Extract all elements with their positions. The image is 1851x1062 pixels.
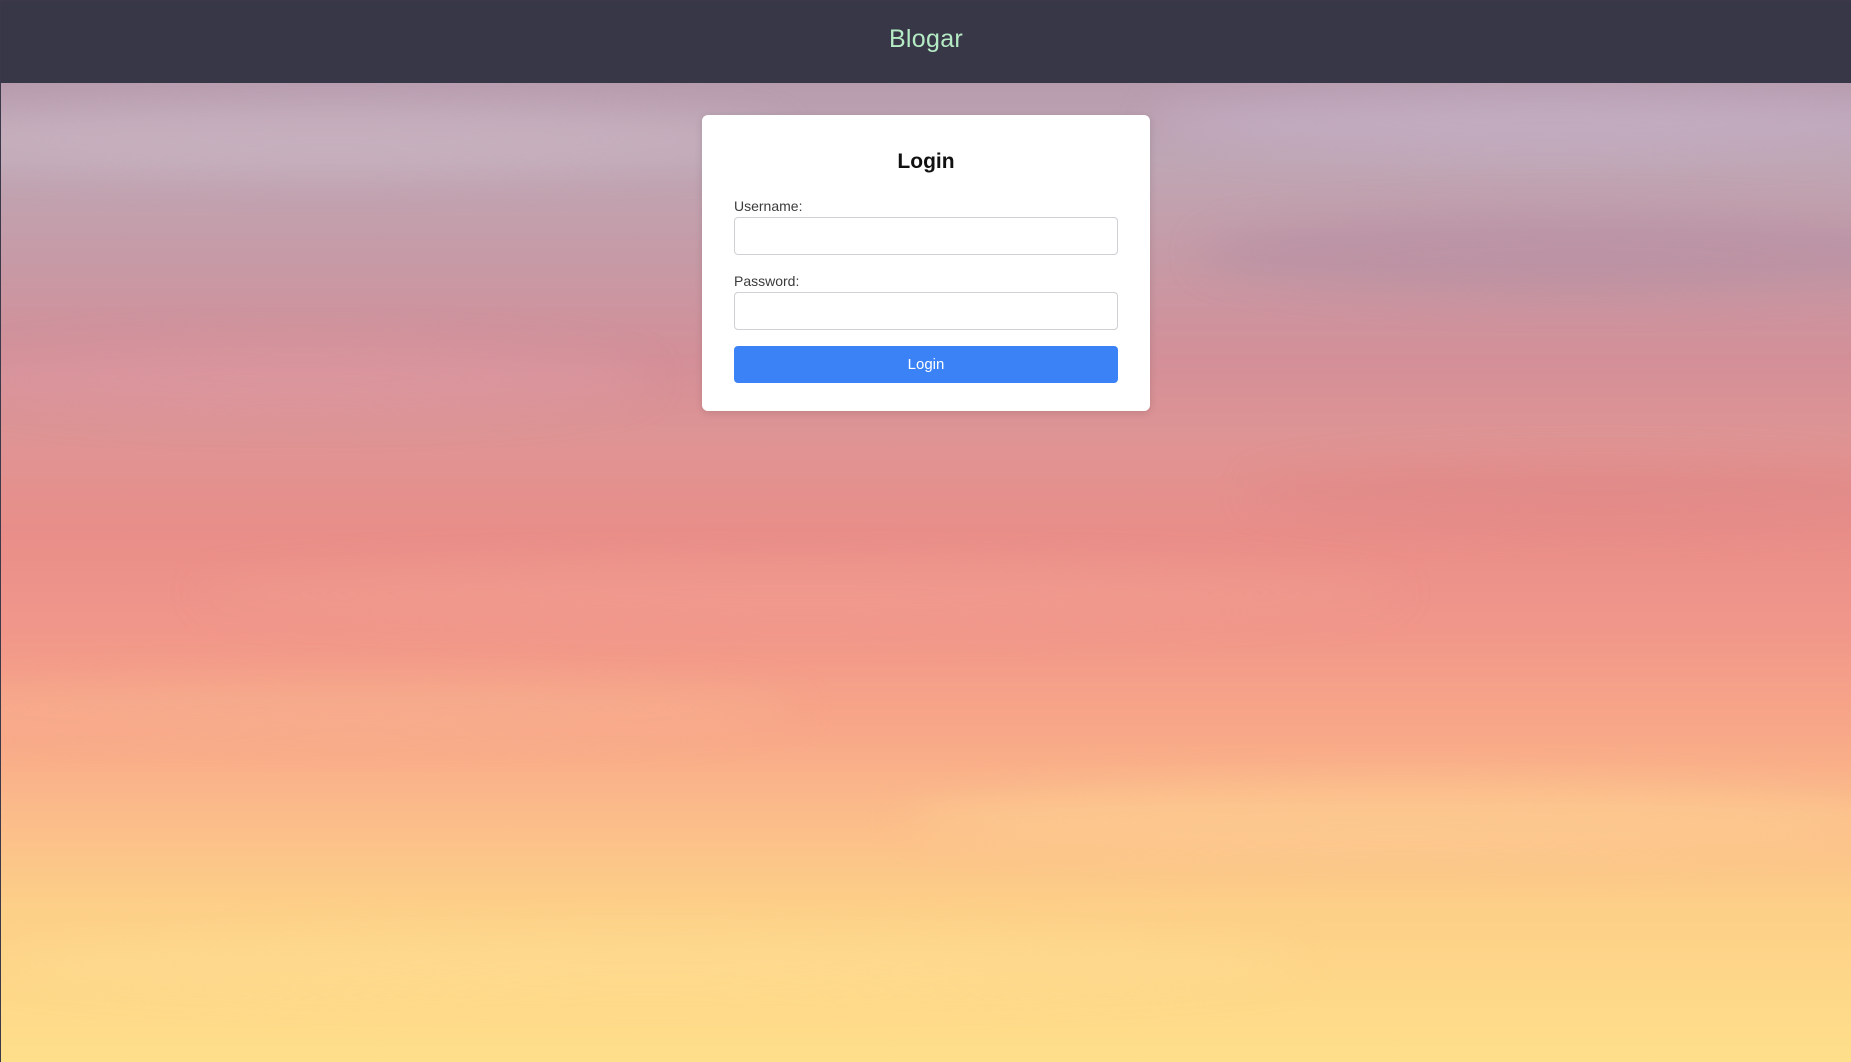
login-button[interactable]: Login (734, 346, 1118, 383)
username-label: Username: (734, 198, 803, 214)
cloud-streak (1, 933, 1301, 993)
login-card: Login Username: Password: Login (702, 115, 1150, 411)
cloud-streak (901, 783, 1851, 853)
password-label: Password: (734, 273, 800, 289)
username-input[interactable] (734, 217, 1118, 255)
cloud-streak (201, 563, 1401, 623)
cloud-streak (1151, 93, 1851, 153)
cloud-streak (1, 343, 651, 413)
cloud-streak (1, 683, 801, 733)
brand-link[interactable]: Blogar (889, 25, 963, 54)
cloud-streak (1201, 213, 1851, 293)
cloud-streak (1, 103, 781, 173)
page: Blogar Login Username: Password: Login (1, 2, 1851, 1062)
login-title: Login (897, 150, 955, 173)
password-input[interactable] (734, 292, 1118, 330)
top-navbar: Blogar (1, 2, 1851, 83)
cloud-streak (1251, 463, 1851, 523)
